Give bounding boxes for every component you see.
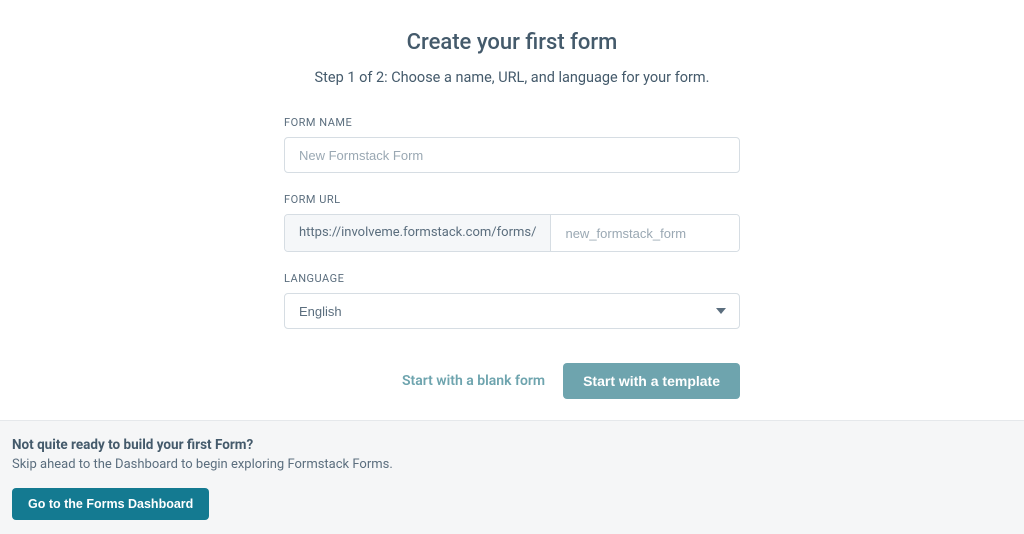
url-prefix: https://involveme.formstack.com/forms/	[285, 215, 551, 251]
form-name-group: FORM NAME	[284, 116, 740, 173]
form-url-group: FORM URL https://involveme.formstack.com…	[284, 193, 740, 252]
language-label: LANGUAGE	[284, 272, 740, 285]
start-template-button[interactable]: Start with a template	[563, 363, 740, 399]
language-select-wrapper: English	[284, 293, 740, 329]
form-name-input[interactable]	[284, 137, 740, 173]
step-subtitle: Step 1 of 2: Choose a name, URL, and lan…	[315, 69, 710, 86]
footer-panel: Not quite ready to build your first Form…	[0, 420, 1024, 534]
start-blank-form-link[interactable]: Start with a blank form	[402, 373, 545, 389]
main-content: Create your first form Step 1 of 2: Choo…	[0, 0, 1024, 399]
form-url-input[interactable]	[551, 215, 740, 251]
form-url-label: FORM URL	[284, 193, 740, 206]
footer-heading: Not quite ready to build your first Form…	[12, 437, 1012, 453]
url-input-group: https://involveme.formstack.com/forms/	[284, 214, 740, 252]
language-group: LANGUAGE English	[284, 272, 740, 329]
form-name-label: FORM NAME	[284, 116, 740, 129]
form-container: FORM NAME FORM URL https://involveme.for…	[284, 116, 740, 399]
actions-row: Start with a blank form Start with a tem…	[284, 363, 740, 399]
dashboard-button[interactable]: Go to the Forms Dashboard	[12, 488, 209, 520]
language-select[interactable]: English	[284, 293, 740, 329]
footer-text: Skip ahead to the Dashboard to begin exp…	[12, 457, 1012, 472]
page-title: Create your first form	[407, 30, 618, 55]
